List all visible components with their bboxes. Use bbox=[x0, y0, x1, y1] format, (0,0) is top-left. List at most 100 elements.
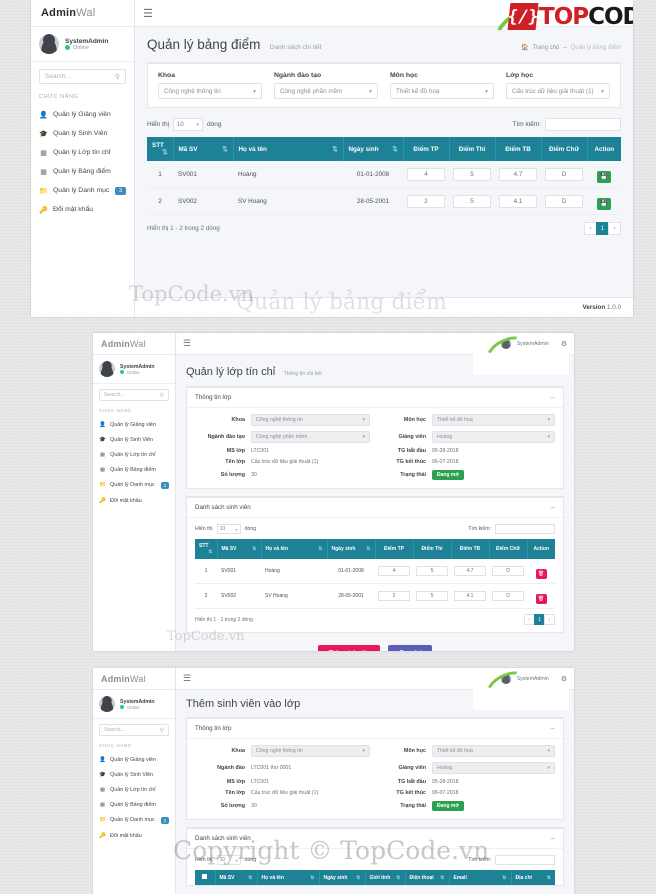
sidebar-item-bang-diem[interactable]: ▦ Quản lý Bảng điểm bbox=[93, 462, 175, 477]
brand-logo[interactable]: AdminWal bbox=[101, 674, 146, 684]
col-ma-sv[interactable]: Mã SV ⇅ bbox=[217, 539, 262, 559]
col-stt[interactable]: STT ⇅ bbox=[147, 137, 174, 161]
input-diem-chu[interactable]: D bbox=[545, 194, 583, 208]
col-dien-thoai[interactable]: Điện thoại ⇅ bbox=[405, 870, 450, 885]
menu-icon[interactable]: ☰ bbox=[183, 673, 191, 684]
page-next[interactable]: › bbox=[544, 614, 555, 625]
input-diem-tp[interactable]: 2 bbox=[407, 194, 445, 208]
col-dia-chi[interactable]: Địa chỉ ⇅ bbox=[511, 870, 555, 885]
table-row[interactable]: 2 SV002 SV Hoang 28-05-2001 2 5 4.1 D 🗑 bbox=[195, 583, 555, 609]
input-diem-chu[interactable]: D bbox=[492, 566, 524, 576]
sidebar-user[interactable]: SystemAdmin Online bbox=[93, 355, 175, 384]
menu-icon[interactable]: ☰ bbox=[143, 7, 153, 20]
gear-icon[interactable]: ⚙ bbox=[561, 340, 567, 348]
sidebar-item-doi-mat-khau[interactable]: 🔑 Đổi mật khẩu bbox=[31, 200, 134, 219]
input-diem-thi[interactable]: 5 bbox=[416, 566, 448, 576]
topbar-user-name[interactable]: SystemAdmin bbox=[517, 676, 549, 682]
field-giang-vien-select[interactable]: Hoàng ▾ bbox=[432, 431, 555, 443]
save-icon[interactable]: 💾 bbox=[597, 170, 611, 183]
field-mon-hoc-select[interactable]: Thiết kế đồ hoạ ▾ bbox=[432, 414, 555, 426]
page-length-select[interactable]: 10 ▾ bbox=[216, 855, 241, 865]
sidebar-item-giang-vien[interactable]: 👤 Quản lý Giảng viên bbox=[93, 417, 175, 432]
table-search-input[interactable] bbox=[545, 118, 621, 131]
delete-icon[interactable]: 🗑 bbox=[535, 594, 547, 604]
collapse-icon[interactable]: – bbox=[551, 724, 555, 733]
search-input[interactable]: Search... ⚲ bbox=[99, 389, 169, 401]
collapse-icon[interactable]: – bbox=[551, 393, 555, 402]
sidebar-item-doi-mat-khau[interactable]: 🔑 Đổi mật khẩu bbox=[93, 493, 175, 508]
col-email[interactable]: Email ⇅ bbox=[449, 870, 512, 885]
table-search-input[interactable] bbox=[495, 855, 555, 865]
input-diem-tb[interactable]: 4.1 bbox=[454, 591, 486, 601]
search-input[interactable]: Search... ⚲ bbox=[39, 69, 126, 84]
table-row[interactable]: 2 SV002 SV Hoang 28-05-2001 2 5 4.1 D 💾 bbox=[147, 187, 621, 215]
table-row[interactable]: 1 SV001 Hoàng 01-01-2008 4 5 4.7 D 💾 bbox=[147, 161, 621, 188]
search-icon[interactable]: ⚲ bbox=[160, 727, 164, 734]
sidebar-item-doi-mat-khau[interactable]: 🔑 Đổi mật khẩu bbox=[93, 828, 175, 843]
col-gioi-tinh[interactable]: Giới tính ⇅ bbox=[365, 870, 406, 885]
sidebar-item-sinh-vien[interactable]: 🎓 Quản lý Sinh Viên bbox=[31, 124, 134, 143]
sidebar-item-giang-vien[interactable]: 👤 Quản lý Giảng viên bbox=[31, 105, 134, 124]
input-diem-tb[interactable]: 4.7 bbox=[454, 566, 486, 576]
topbar-user-name[interactable]: SystemAdmin bbox=[517, 341, 549, 347]
sidebar-item-danh-muc[interactable]: 📁 Quản lý Danh mục 3 bbox=[93, 477, 175, 493]
sidebar-item-giang-vien[interactable]: 👤 Quản lý Giảng viên bbox=[93, 752, 175, 767]
sidebar-user[interactable]: SystemAdmin Online bbox=[93, 690, 175, 719]
search-input[interactable]: Search... ⚲ bbox=[99, 724, 169, 736]
filter-mon-hoc-select[interactable]: Thiết kế đồ hoạ ▾ bbox=[390, 83, 494, 99]
collapse-icon[interactable]: – bbox=[551, 503, 555, 512]
col-ngay-sinh[interactable]: Ngày sinh ⇅ bbox=[319, 870, 366, 885]
table-row[interactable]: 1 SV001 Hoàng 01-01-2008 4 5 4.7 D 🗑 bbox=[195, 559, 555, 584]
sidebar-item-bang-diem[interactable]: ▦ Quản lý Bảng điểm bbox=[31, 162, 134, 181]
sidebar-item-sinh-vien[interactable]: 🎓 Quản lý Sinh Viên bbox=[93, 432, 175, 447]
field-mon-hoc-select[interactable]: Thiết kế đồ hoạ ▾ bbox=[432, 745, 555, 757]
brand-logo[interactable]: AdminWal bbox=[41, 7, 95, 19]
page-next[interactable]: › bbox=[608, 222, 621, 235]
col-stt[interactable]: STT ⇅ bbox=[195, 539, 218, 559]
search-icon[interactable]: ⚲ bbox=[115, 73, 120, 81]
sidebar-item-danh-muc[interactable]: 📁 Quản lý Danh mục 3 bbox=[93, 812, 175, 828]
field-giang-vien-select[interactable]: Hoàng ▾ bbox=[432, 762, 555, 774]
topbar-user-name[interactable]: SystemAdmin bbox=[564, 10, 604, 17]
input-diem-tp[interactable]: 4 bbox=[407, 167, 445, 181]
input-diem-thi[interactable]: 5 bbox=[416, 591, 448, 601]
field-khoa-select[interactable]: Công nghệ thông tin ▾ bbox=[251, 745, 370, 757]
breadcrumb-mid[interactable]: Quản lý bbox=[520, 704, 537, 709]
sidebar-user[interactable]: SystemAdmin Online bbox=[31, 27, 134, 62]
sidebar-item-bang-diem[interactable]: ▦ Quản lý Bảng điểm bbox=[93, 797, 175, 812]
sidebar-item-lop-tin-chi[interactable]: ▦ Quản lý Lớp tín chỉ bbox=[93, 782, 175, 797]
sidebar-item-sinh-vien[interactable]: 🎓 Quản lý Sinh Viên bbox=[93, 767, 175, 782]
input-diem-tb[interactable]: 4.7 bbox=[499, 167, 537, 181]
gear-icon[interactable]: ⚙ bbox=[618, 9, 625, 18]
input-diem-thi[interactable]: 5 bbox=[453, 167, 491, 181]
sidebar-item-lop-tin-chi[interactable]: ▦ Quản lý Lớp tín chỉ bbox=[31, 143, 134, 162]
table-search-input[interactable] bbox=[495, 524, 555, 534]
col-ma-sv[interactable]: Mã SV ⇅ bbox=[215, 870, 258, 885]
back-button[interactable]: Quay lại bbox=[388, 645, 433, 651]
col-ho-ten[interactable]: Họ và tên ⇅ bbox=[257, 870, 320, 885]
col-ngay-sinh[interactable]: Ngày sinh ⇅ bbox=[343, 137, 404, 161]
gear-icon[interactable]: ⚙ bbox=[561, 675, 567, 683]
search-icon[interactable]: ⚲ bbox=[160, 392, 164, 399]
checkbox-icon[interactable] bbox=[202, 874, 208, 879]
sidebar-item-lop-tin-chi[interactable]: ▦ Quản lý Lớp tín chỉ bbox=[93, 447, 175, 462]
col-ho-ten[interactable]: Họ và tên ⇅ bbox=[261, 539, 328, 559]
input-diem-tp[interactable]: 4 bbox=[378, 566, 410, 576]
add-student-button[interactable]: Thêm sinh viên bbox=[317, 645, 381, 651]
brand-logo[interactable]: AdminWal bbox=[101, 339, 146, 349]
input-diem-thi[interactable]: 5 bbox=[453, 194, 491, 208]
filter-lop-hoc-select[interactable]: Cấu trúc dữ liệu giải thuật (1) ▾ bbox=[506, 83, 610, 99]
input-diem-chu[interactable]: D bbox=[545, 167, 583, 181]
input-diem-tp[interactable]: 2 bbox=[378, 591, 410, 601]
delete-icon[interactable]: 🗑 bbox=[535, 569, 547, 579]
breadcrumb-home[interactable]: Trang chủ bbox=[488, 704, 509, 709]
menu-icon[interactable]: ☰ bbox=[183, 338, 191, 349]
field-nganh-select[interactable]: Công nghệ phần mềm ▾ bbox=[251, 431, 370, 443]
col-ho-ten[interactable]: Họ và tên ⇅ bbox=[233, 137, 344, 161]
breadcrumb-home[interactable]: Trang chủ bbox=[532, 45, 559, 51]
field-khoa-select[interactable]: Công nghệ thông tin ▾ bbox=[251, 414, 370, 426]
page-length-select[interactable]: 10 ▾ bbox=[173, 118, 204, 131]
input-diem-chu[interactable]: D bbox=[492, 591, 524, 601]
col-select-all[interactable] bbox=[195, 870, 216, 885]
collapse-icon[interactable]: – bbox=[551, 834, 555, 843]
